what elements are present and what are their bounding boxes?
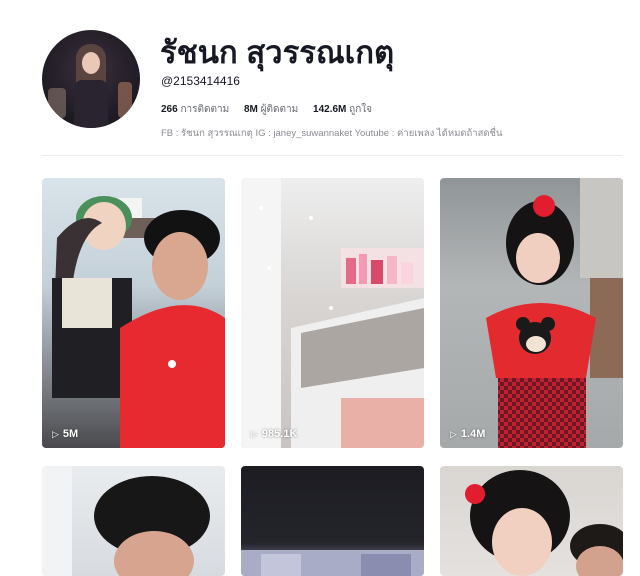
video-thumbnail <box>440 466 623 576</box>
avatar-background-light <box>48 88 66 118</box>
video-tile[interactable]: ▷ 5M <box>42 178 225 448</box>
play-icon: ▷ <box>450 428 457 439</box>
video-thumbnail <box>241 466 424 576</box>
play-icon: ▷ <box>251 428 258 439</box>
video-thumbnail <box>440 178 623 448</box>
avatar-background-light <box>118 82 132 118</box>
avatar[interactable] <box>42 30 140 128</box>
video-thumbnail <box>42 466 225 576</box>
likes-label: ถูกใจ <box>349 104 373 115</box>
avatar-body <box>74 80 108 128</box>
play-icon: ▷ <box>52 428 59 439</box>
following-label: การติดตาม <box>180 104 230 115</box>
profile-handle: @2153414416 <box>161 74 240 88</box>
video-tile[interactable] <box>42 466 225 576</box>
profile-bio: FB : รัชนก สุวรรณเกตุ IG : janey_suwanna… <box>161 128 503 139</box>
profile-header: รัชนก สุวรรณเกตุ @2153414416 266 การติดต… <box>42 30 620 140</box>
avatar-face <box>82 52 100 74</box>
view-count: ▷ 5M <box>52 428 78 440</box>
view-count-label: 5M <box>62 428 79 440</box>
view-count: ▷ 985.1K <box>251 428 297 440</box>
following-count[interactable]: 266 <box>161 104 178 115</box>
divider <box>42 155 622 156</box>
profile-stats: 266 การติดตาม 8M ผู้ติดตาม 142.6M ถูกใจ <box>161 102 384 117</box>
video-tile[interactable] <box>440 466 623 576</box>
view-count-label: 1.4M <box>460 428 486 440</box>
video-thumbnail <box>42 178 225 448</box>
followers-count[interactable]: 8M <box>244 104 258 115</box>
video-tile[interactable]: ▷ 1.4M <box>440 178 623 448</box>
video-tile[interactable] <box>241 466 424 576</box>
video-thumbnail <box>241 178 424 448</box>
view-count: ▷ 1.4M <box>450 428 485 440</box>
followers-label: ผู้ติดตาม <box>260 104 299 115</box>
view-count-label: 985.1K <box>261 428 298 440</box>
profile-name: รัชนก สุวรรณเกตุ <box>160 35 395 70</box>
video-tile[interactable]: ▷ 985.1K <box>241 178 424 448</box>
likes-count: 142.6M <box>313 104 347 115</box>
